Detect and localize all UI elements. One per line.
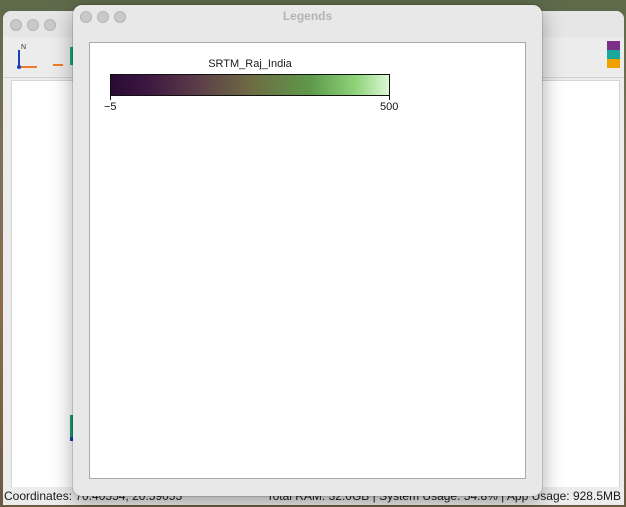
close-window-button[interactable] [10,19,22,31]
north-label: N [21,44,26,51]
max-tick [389,96,390,100]
swatch-purple [607,41,620,50]
legends-title: Legends [282,9,333,23]
min-tick [110,96,111,100]
orange-line-tool-icon[interactable] [52,45,64,67]
legend-layer-name: SRTM_Raj_India [208,58,292,70]
max-value-label: 500 [380,101,399,113]
legends-panel: SRTM_Raj_India −5 500 [89,42,526,479]
north-arrow-icon[interactable]: N [13,41,41,71]
color-swatches[interactable] [607,41,620,68]
swatch-teal [607,50,620,59]
zoom-window-button[interactable] [44,19,56,31]
color-ramp-bar [110,74,390,96]
swatch-orange [607,59,620,68]
legends-titlebar: Legends [73,5,542,27]
min-value-label: −5 [104,101,117,113]
legends-window: Legends SRTM_Raj_India −5 500 [73,5,542,496]
minimize-window-button[interactable] [27,19,39,31]
